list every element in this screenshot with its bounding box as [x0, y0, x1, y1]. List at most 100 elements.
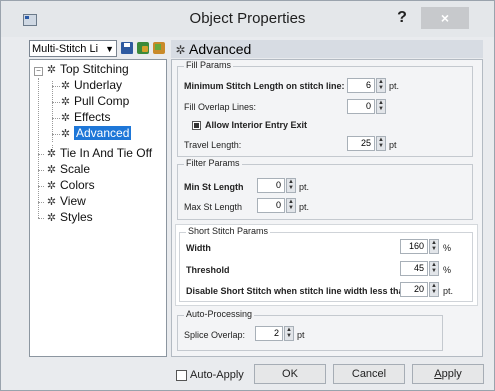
ok-button[interactable]: OK [254, 364, 326, 384]
tree-line [38, 218, 44, 219]
tree-item-top-stitching[interactable]: ✲ Top Stitching [46, 62, 129, 77]
tree-line [38, 170, 44, 171]
tree-item-styles[interactable]: ✲ Styles [46, 210, 93, 225]
gear-icon: ✲ [60, 80, 71, 92]
min-stitch-stepper[interactable]: 6 ▲ ▼ [347, 78, 387, 93]
stepper-arrows-icon[interactable]: ▲ ▼ [429, 282, 439, 297]
properties-panel: Fill Params Minimum Stitch Length on sti… [171, 59, 483, 357]
width-label: Width [186, 243, 211, 253]
tree-line [38, 186, 44, 187]
apply-button[interactable]: Apply [412, 364, 484, 384]
threshold-stepper[interactable]: 45 ▲ ▼ [400, 261, 440, 276]
unit-label: pt. [443, 286, 454, 296]
disable-short-stitch-stepper[interactable]: 20 ▲ ▼ [400, 282, 440, 297]
travel-stepper[interactable]: 25 ▲ ▼ [347, 136, 387, 151]
tree-item-advanced[interactable]: ✲ Advanced [60, 126, 132, 141]
unit-label: % [443, 243, 452, 253]
gear-icon: ✲ [46, 148, 57, 160]
tree-line [38, 154, 44, 155]
left-pane: Multi-Stitch Li ▼ − ✲ Top Stitching ✲ Un… [29, 40, 167, 357]
max-length-label: Max St Length [184, 202, 243, 212]
tree-item-tie-in-and-tie-off[interactable]: ✲ Tie In And Tie Off [46, 146, 152, 161]
stepper-arrows-icon[interactable]: ▲ ▼ [286, 198, 296, 213]
stepper-arrows-icon[interactable]: ▲ ▼ [284, 326, 294, 341]
stepper-arrows-icon[interactable]: ▲ ▼ [286, 178, 296, 193]
title-bar: Object Properties ? × [1, 1, 494, 37]
gear-icon: ✲ [46, 64, 57, 76]
chevron-down-icon: ▼ [105, 44, 114, 54]
threshold-label: Threshold [186, 265, 230, 275]
unit-label: pt. [299, 182, 310, 192]
properties-tree: − ✲ Top Stitching ✲ Underlay ✲ Pull Comp… [29, 59, 167, 357]
travel-value[interactable]: 25 [347, 136, 375, 151]
width-stepper[interactable]: 160 ▲ ▼ [400, 239, 440, 254]
load-style-icon[interactable] [137, 42, 149, 54]
help-button[interactable]: ? [389, 9, 415, 29]
save-icon[interactable] [121, 42, 133, 54]
stepper-arrows-icon[interactable]: ▲ ▼ [376, 78, 386, 93]
threshold-value[interactable]: 45 [400, 261, 428, 276]
max-length-stepper[interactable]: 0 ▲ ▼ [257, 198, 297, 213]
right-pane: ✲ Advanced Fill Params Minimum Stitch Len… [171, 40, 483, 357]
stitch-type-select[interactable]: Multi-Stitch Li ▼ [29, 40, 117, 57]
cancel-button[interactable]: Cancel [333, 364, 405, 384]
unit-label: pt [297, 330, 305, 340]
min-length-label: Min St Length [184, 182, 244, 192]
group-title: Fill Params [184, 60, 234, 70]
min-length-value[interactable]: 0 [257, 178, 285, 193]
gear-icon: ✲ [175, 43, 186, 57]
min-stitch-label: Minimum Stitch Length on stitch line: [184, 81, 345, 91]
section-header: ✲ Advanced [171, 40, 483, 58]
tree-line [38, 202, 44, 203]
gear-icon: ✲ [46, 180, 57, 192]
tree-item-underlay[interactable]: ✲ Underlay [60, 78, 122, 93]
apply-accelerator: A [434, 368, 442, 380]
splice-value[interactable]: 2 [255, 326, 283, 341]
tree-item-colors[interactable]: ✲ Colors [46, 178, 95, 193]
section-title: Advanced [189, 41, 252, 57]
close-button[interactable]: × [421, 7, 469, 29]
tree-item-pull-comp[interactable]: ✲ Pull Comp [60, 94, 129, 109]
tree-item-effects[interactable]: ✲ Effects [60, 110, 111, 125]
apply-label: pply [441, 368, 462, 380]
auto-apply-label: Auto-Apply [190, 369, 244, 381]
stepper-arrows-icon[interactable]: ▲ ▼ [429, 261, 439, 276]
tree-line [38, 78, 39, 218]
stepper-arrows-icon[interactable]: ▲ ▼ [376, 136, 386, 151]
interior-entry-checkbox[interactable] [192, 121, 201, 130]
min-length-stepper[interactable]: 0 ▲ ▼ [257, 178, 297, 193]
splice-stepper[interactable]: 2 ▲ ▼ [255, 326, 295, 341]
min-stitch-value[interactable]: 6 [347, 78, 375, 93]
overlap-label: Fill Overlap Lines: [184, 102, 257, 112]
group-title: Short Stitch Params [186, 226, 271, 236]
collapse-icon[interactable]: − [34, 67, 43, 76]
gear-icon: ✲ [60, 96, 71, 108]
stitch-type-select-value: Multi-Stitch Li [32, 43, 99, 55]
unit-label: pt. [299, 202, 310, 212]
dialog-footer: Auto-Apply OK Cancel Apply [1, 359, 494, 390]
max-length-value[interactable]: 0 [257, 198, 285, 213]
gear-icon: ✲ [46, 164, 57, 176]
gear-icon: ✲ [46, 196, 57, 208]
gear-icon: ✲ [60, 112, 71, 124]
width-value[interactable]: 160 [400, 239, 428, 254]
overlap-value[interactable]: 0 [347, 99, 375, 114]
stepper-arrows-icon[interactable]: ▲ ▼ [429, 239, 439, 254]
object-properties-dialog: Object Properties ? × Multi-Stitch Li ▼ … [0, 0, 495, 391]
unit-label: pt. [389, 81, 400, 91]
overlap-stepper[interactable]: 0 ▲ ▼ [347, 99, 387, 114]
disable-short-stitch-value[interactable]: 20 [400, 282, 428, 297]
style-manager-icon[interactable] [153, 42, 165, 54]
tree-item-scale[interactable]: ✲ Scale [46, 162, 90, 177]
tree-item-view[interactable]: ✲ View [46, 194, 86, 209]
auto-apply-checkbox[interactable] [176, 370, 187, 381]
disable-short-stitch-label: Disable Short Stitch when stitch line wi… [186, 286, 410, 296]
stepper-arrows-icon[interactable]: ▲ ▼ [376, 99, 386, 114]
unit-label: pt [389, 140, 397, 150]
gear-icon: ✲ [46, 212, 57, 224]
group-title: Auto-Processing [184, 309, 255, 319]
unit-label: % [443, 265, 452, 275]
travel-label: Travel Length: [184, 140, 242, 150]
interior-entry-label: Allow Interior Entry Exit [205, 120, 308, 130]
splice-label: Splice Overlap: [184, 330, 246, 340]
